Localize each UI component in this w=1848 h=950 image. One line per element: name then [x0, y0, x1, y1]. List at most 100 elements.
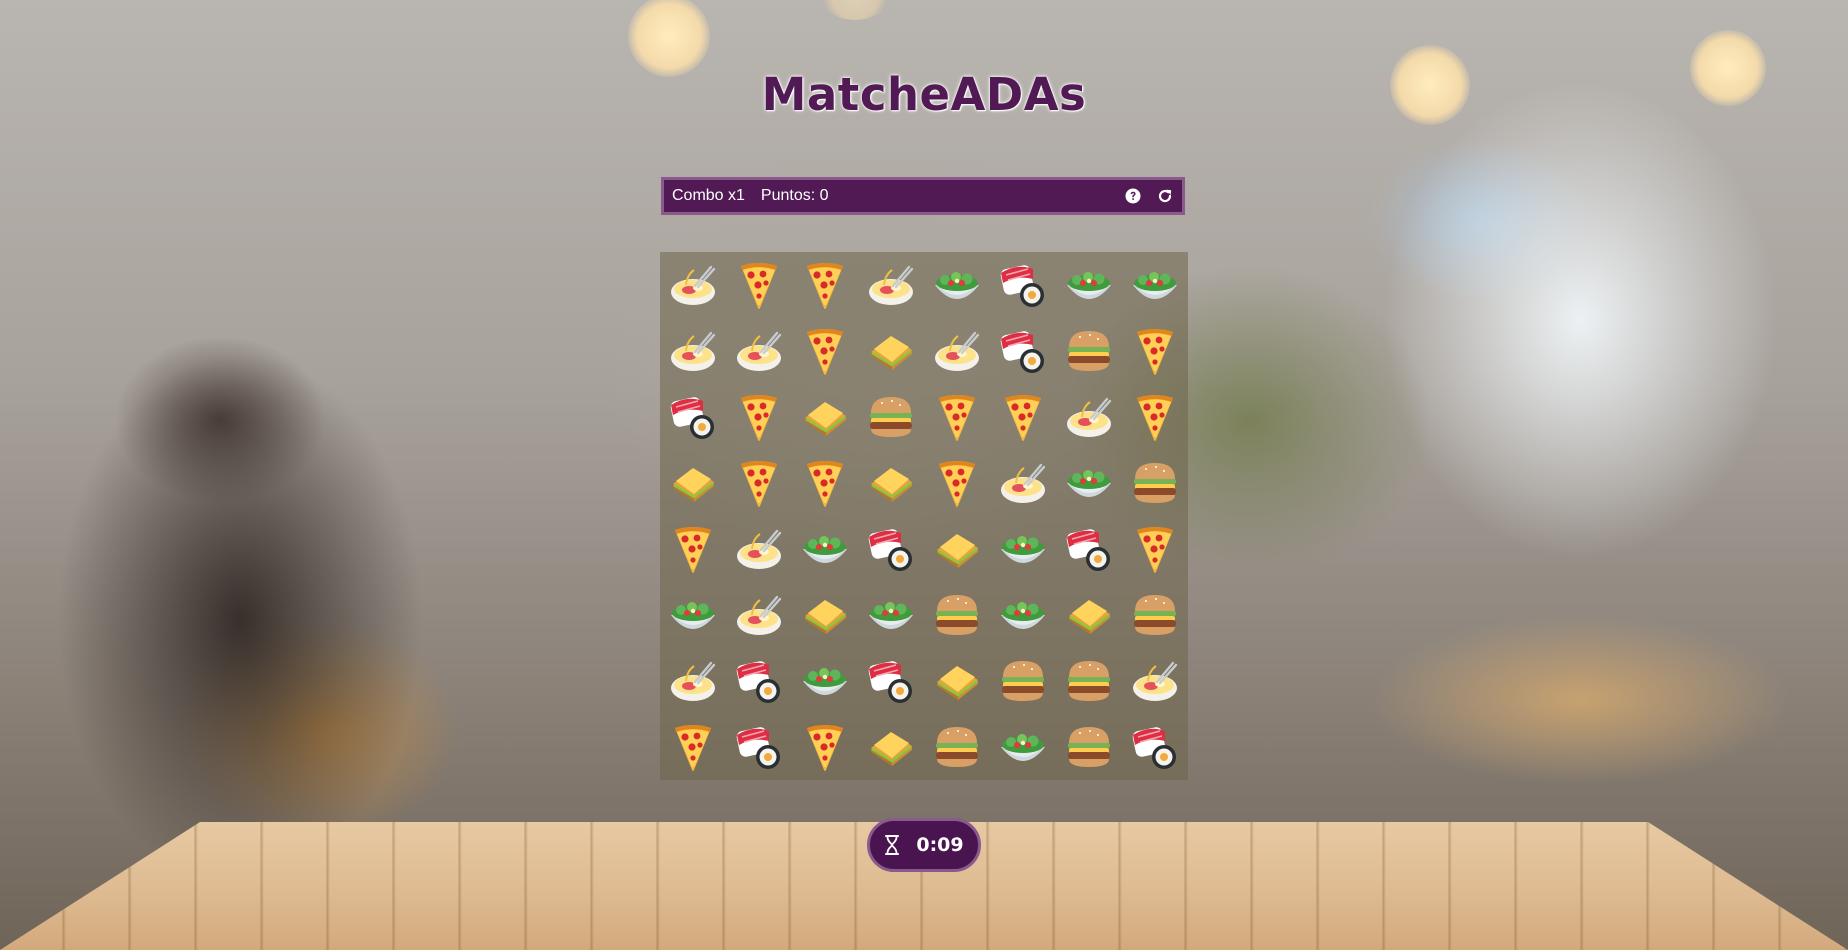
salad-icon [997, 523, 1049, 575]
board-tile-salad[interactable] [990, 582, 1056, 648]
salad-icon [667, 589, 719, 641]
board-tile-pizza[interactable] [792, 450, 858, 516]
board-tile-salad[interactable] [1056, 450, 1122, 516]
board-tile-salad[interactable] [924, 252, 990, 318]
board-tile-burger[interactable] [1056, 648, 1122, 714]
board-tile-ramen[interactable] [1056, 384, 1122, 450]
pizza-icon [733, 457, 785, 509]
burger-icon [1063, 325, 1115, 377]
board-tile-sandwich[interactable] [858, 714, 924, 780]
pizza-icon [667, 721, 719, 773]
board-tile-ramen[interactable] [726, 318, 792, 384]
salad-icon [997, 589, 1049, 641]
board-tile-ramen[interactable] [1122, 648, 1188, 714]
board-tile-pizza[interactable] [1122, 384, 1188, 450]
combo-indicator: Combo x1 [672, 187, 745, 204]
board-tile-pizza[interactable] [792, 252, 858, 318]
board-tile-sushi[interactable] [990, 252, 1056, 318]
board-tile-sandwich[interactable] [924, 516, 990, 582]
timer-badge: 0:09 [867, 818, 981, 872]
board-tile-pizza[interactable] [924, 450, 990, 516]
pizza-icon [799, 457, 851, 509]
pizza-icon [799, 259, 851, 311]
board-tile-burger[interactable] [858, 384, 924, 450]
board-tile-pizza[interactable] [726, 384, 792, 450]
sandwich-icon [799, 391, 851, 443]
burger-icon [865, 391, 917, 443]
board-tile-sushi[interactable] [1122, 714, 1188, 780]
board-tile-pizza[interactable] [792, 318, 858, 384]
board-tile-sushi[interactable] [726, 648, 792, 714]
board-tile-salad[interactable] [990, 516, 1056, 582]
board-tile-burger[interactable] [1122, 582, 1188, 648]
board-tile-pizza[interactable] [1122, 516, 1188, 582]
restart-button[interactable] [1156, 187, 1174, 205]
board-tile-pizza[interactable] [990, 384, 1056, 450]
board-tile-sushi[interactable] [660, 384, 726, 450]
ramen-icon [733, 589, 785, 641]
board-tile-sandwich[interactable] [858, 318, 924, 384]
sandwich-icon [865, 325, 917, 377]
sushi-icon [1063, 523, 1115, 575]
sushi-icon [997, 259, 1049, 311]
board-tile-burger[interactable] [1056, 714, 1122, 780]
salad-icon [865, 589, 917, 641]
salad-icon [799, 655, 851, 707]
hourglass-icon [884, 835, 900, 855]
pizza-icon [1129, 523, 1181, 575]
pizza-icon [1129, 325, 1181, 377]
board-tile-pizza[interactable] [1122, 318, 1188, 384]
board-tile-burger[interactable] [924, 714, 990, 780]
pizza-icon [733, 259, 785, 311]
board-tile-ramen[interactable] [660, 318, 726, 384]
board-tile-salad[interactable] [1056, 252, 1122, 318]
bokeh-light [628, 0, 710, 77]
board-tile-salad[interactable] [858, 582, 924, 648]
board-tile-sandwich[interactable] [660, 450, 726, 516]
page-title: MatcheADAs [761, 68, 1087, 121]
board-tile-sushi[interactable] [1056, 516, 1122, 582]
burger-icon [1063, 655, 1115, 707]
burger-icon [1129, 589, 1181, 641]
status-bar: Combo x1 Puntos: 0 [661, 177, 1185, 215]
board-tile-pizza[interactable] [792, 714, 858, 780]
board-tile-ramen[interactable] [726, 582, 792, 648]
board-tile-sushi[interactable] [858, 516, 924, 582]
board-tile-sandwich[interactable] [858, 450, 924, 516]
ramen-icon [1063, 391, 1115, 443]
board-tile-pizza[interactable] [660, 714, 726, 780]
salad-icon [1063, 259, 1115, 311]
board-tile-burger[interactable] [1056, 318, 1122, 384]
board-tile-pizza[interactable] [924, 384, 990, 450]
board-tile-sandwich[interactable] [924, 648, 990, 714]
board-tile-ramen[interactable] [660, 252, 726, 318]
ramen-icon [733, 325, 785, 377]
board-tile-sushi[interactable] [726, 714, 792, 780]
sushi-icon [733, 721, 785, 773]
board-tile-pizza[interactable] [726, 252, 792, 318]
board-tile-ramen[interactable] [990, 450, 1056, 516]
board-tile-sushi[interactable] [990, 318, 1056, 384]
board-tile-salad[interactable] [660, 582, 726, 648]
burger-icon [1063, 721, 1115, 773]
board-tile-pizza[interactable] [660, 516, 726, 582]
board-tile-salad[interactable] [1122, 252, 1188, 318]
salad-icon [997, 721, 1049, 773]
board-tile-burger[interactable] [1122, 450, 1188, 516]
board-tile-pizza[interactable] [726, 450, 792, 516]
board-tile-burger[interactable] [990, 648, 1056, 714]
help-button[interactable] [1124, 187, 1142, 205]
board-tile-ramen[interactable] [660, 648, 726, 714]
sushi-icon [1129, 721, 1181, 773]
board-tile-ramen[interactable] [858, 252, 924, 318]
board-tile-salad[interactable] [990, 714, 1056, 780]
board-tile-sandwich[interactable] [792, 384, 858, 450]
board-tile-sandwich[interactable] [792, 582, 858, 648]
board-tile-sandwich[interactable] [1056, 582, 1122, 648]
board-tile-salad[interactable] [792, 516, 858, 582]
board-tile-burger[interactable] [924, 582, 990, 648]
board-tile-ramen[interactable] [924, 318, 990, 384]
board-tile-sushi[interactable] [858, 648, 924, 714]
board-tile-salad[interactable] [792, 648, 858, 714]
board-tile-ramen[interactable] [726, 516, 792, 582]
